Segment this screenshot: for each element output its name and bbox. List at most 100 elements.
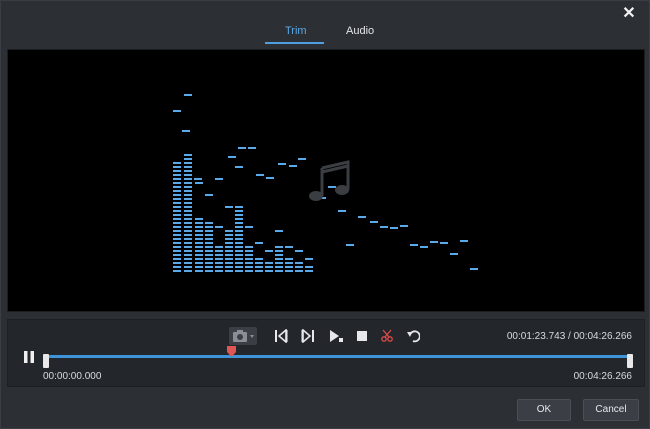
- visualizer-segment: [195, 234, 203, 236]
- time-readout: 00:01:23.743 / 00:04:26.266: [506, 331, 632, 342]
- visualizer-segment: [235, 238, 243, 240]
- prev-frame-icon[interactable]: [273, 328, 289, 344]
- visualizer-segment: [225, 258, 233, 260]
- visualizer-segment: [305, 266, 313, 268]
- visualizer-peak: [440, 242, 448, 244]
- visualizer-segment: [225, 266, 233, 268]
- visualizer-segment: [173, 210, 181, 212]
- pause-icon[interactable]: [22, 350, 36, 364]
- visualizer-peak: [248, 147, 256, 149]
- visualizer-segment: [184, 166, 192, 168]
- visualizer-peak: [400, 225, 408, 227]
- visualizer-segment: [215, 266, 223, 268]
- visualizer-segment: [184, 262, 192, 264]
- visualizer-segment: [205, 250, 213, 252]
- visualizer-segment: [265, 266, 273, 268]
- visualizer-segment: [173, 162, 181, 164]
- camera-icon[interactable]: [229, 327, 257, 345]
- visualizer-segment: [205, 246, 213, 248]
- visualizer-segment: [205, 222, 213, 224]
- cancel-button[interactable]: Cancel: [583, 399, 639, 421]
- visualizer-segment: [173, 266, 181, 268]
- visualizer-segment: [195, 266, 203, 268]
- visualizer-peak: [215, 178, 223, 180]
- visualizer-segment: [173, 262, 181, 264]
- timeline-track[interactable]: [45, 355, 631, 358]
- visualizer-segment: [195, 230, 203, 232]
- visualizer-segment: [235, 206, 243, 208]
- visualizer-peak: [285, 246, 293, 248]
- visualizer-segment: [173, 202, 181, 204]
- visualizer-peak: [238, 147, 246, 149]
- visualizer-peak: [184, 94, 192, 96]
- visualizer-segment: [184, 258, 192, 260]
- visualizer-segment: [173, 174, 181, 176]
- visualizer-segment: [195, 222, 203, 224]
- visualizer-segment: [173, 178, 181, 180]
- visualizer-segment: [295, 270, 303, 272]
- visualizer-segment: [173, 270, 181, 272]
- tab-trim[interactable]: Trim: [285, 25, 307, 37]
- next-frame-icon[interactable]: [300, 328, 316, 344]
- trim-end-handle[interactable]: [627, 354, 633, 368]
- visualizer-segment: [215, 262, 223, 264]
- visualizer-segment: [184, 210, 192, 212]
- visualizer-segment: [255, 270, 263, 272]
- visualizer-segment: [195, 238, 203, 240]
- visualizer-segment: [305, 270, 313, 272]
- visualizer-peak: [410, 244, 418, 246]
- visualizer-segment: [184, 226, 192, 228]
- visualizer-segment: [173, 214, 181, 216]
- visualizer-segment: [225, 242, 233, 244]
- visualizer-peak: [358, 216, 366, 218]
- visualizer-segment: [235, 210, 243, 212]
- trim-start-handle[interactable]: [43, 354, 49, 368]
- visualizer-segment: [184, 222, 192, 224]
- visualizer-segment: [255, 262, 263, 264]
- visualizer-peak: [470, 268, 478, 270]
- visualizer-segment: [225, 246, 233, 248]
- visualizer-peak: [275, 230, 283, 232]
- visualizer-segment: [184, 242, 192, 244]
- visualizer-peak: [390, 227, 398, 229]
- visualizer-segment: [275, 266, 283, 268]
- visualizer-peak: [195, 182, 203, 184]
- visualizer-segment: [225, 230, 233, 232]
- visualizer-peak: [245, 226, 253, 228]
- visualizer-peak: [370, 221, 378, 223]
- visualizer-segment: [173, 194, 181, 196]
- visualizer-peak: [305, 258, 313, 260]
- visualizer-segment: [285, 262, 293, 264]
- visualizer-peak: [278, 163, 286, 165]
- visualizer-segment: [235, 230, 243, 232]
- visualizer-peak: [255, 242, 263, 244]
- stop-icon[interactable]: [355, 328, 369, 344]
- visualizer-segment: [235, 246, 243, 248]
- playhead-marker[interactable]: [227, 346, 236, 357]
- visualizer-segment: [184, 190, 192, 192]
- undo-icon[interactable]: [406, 328, 420, 344]
- visualizer-peak: [225, 206, 233, 208]
- trim-end-time: 00:04:26.266: [573, 371, 632, 382]
- visualizer-segment: [245, 266, 253, 268]
- visualizer-segment: [275, 246, 283, 248]
- visualizer-peak: [289, 165, 297, 167]
- active-tab-indicator: [265, 42, 324, 44]
- visualizer-segment: [195, 270, 203, 272]
- video-preview: [7, 49, 645, 312]
- ok-button[interactable]: OK: [517, 399, 571, 421]
- visualizer-segment: [184, 230, 192, 232]
- visualizer-segment: [173, 246, 181, 248]
- visualizer-segment: [205, 266, 213, 268]
- visualizer-segment: [205, 238, 213, 240]
- tab-audio[interactable]: Audio: [346, 25, 374, 37]
- visualizer-peak: [265, 250, 273, 252]
- play-segment-icon[interactable]: [328, 328, 344, 344]
- visualizer-segment: [184, 246, 192, 248]
- visualizer-segment: [235, 262, 243, 264]
- visualizer-segment: [285, 270, 293, 272]
- cut-icon[interactable]: [380, 328, 394, 344]
- visualizer-segment: [173, 238, 181, 240]
- visualizer-segment: [285, 266, 293, 268]
- visualizer-segment: [184, 250, 192, 252]
